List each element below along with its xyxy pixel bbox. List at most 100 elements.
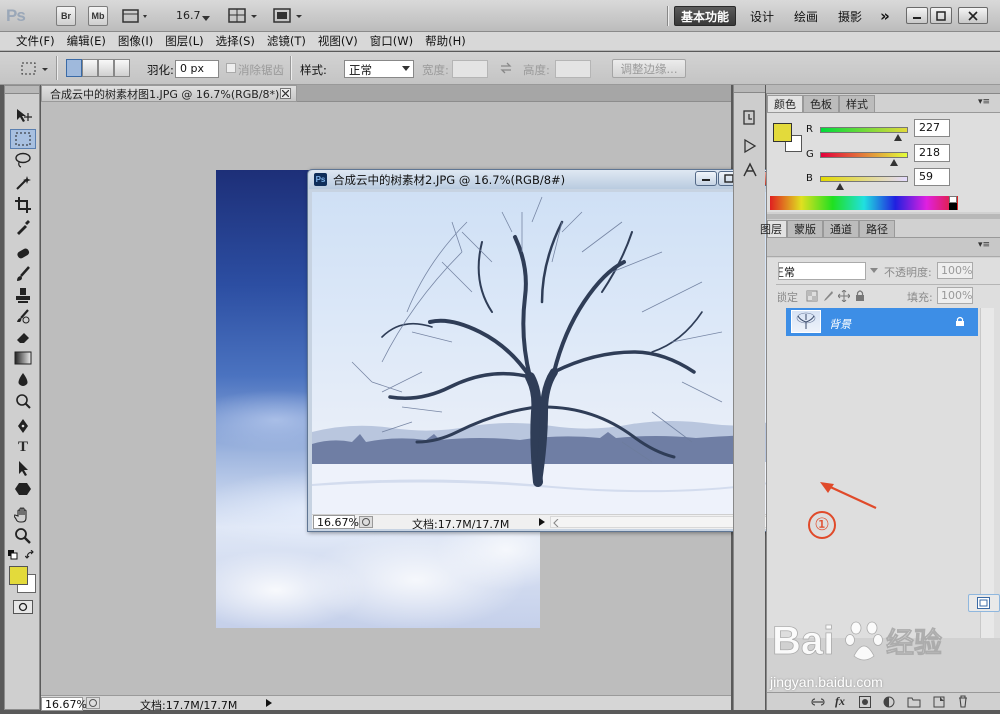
blend-mode-select[interactable]: 正常 <box>778 262 866 280</box>
marquee-tool[interactable] <box>10 129 36 149</box>
gradient-tool[interactable] <box>10 348 36 368</box>
menu-view[interactable]: 视图(V) <box>312 33 364 49</box>
layer-name[interactable]: 背景 <box>829 316 851 332</box>
feather-input[interactable]: 0 px <box>175 60 219 78</box>
path-selection-tool[interactable] <box>10 458 36 478</box>
red-slider-thumb[interactable] <box>894 134 902 141</box>
layer-thumbnail[interactable] <box>791 310 821 333</box>
layers-menu-icon[interactable]: ▾≡ <box>978 240 990 250</box>
panel-menu-icon[interactable]: ▾≡ <box>978 97 990 107</box>
tab-layers[interactable]: 图层 <box>760 220 787 237</box>
scroll-left-icon[interactable] <box>553 519 559 527</box>
lock-pixels-icon[interactable] <box>822 290 834 305</box>
status-menu-arrow[interactable] <box>536 516 548 528</box>
clone-stamp-tool[interactable] <box>10 285 36 305</box>
zoom-tool[interactable] <box>10 526 36 546</box>
swap-colors-icon[interactable] <box>24 549 35 563</box>
antialias-checkbox[interactable] <box>226 63 236 73</box>
tab-channels[interactable]: 通道 <box>823 220 859 237</box>
hand-tool[interactable] <box>10 505 36 525</box>
width-input[interactable] <box>452 60 488 78</box>
type-tool[interactable]: T <box>10 437 36 457</box>
lasso-tool[interactable] <box>10 150 36 170</box>
lock-all-icon[interactable] <box>854 289 866 305</box>
chevron-down-icon[interactable] <box>870 268 878 274</box>
mini-bridge-button[interactable]: Mb <box>88 6 108 26</box>
green-value[interactable]: 218 <box>914 144 950 162</box>
opacity-input[interactable]: 100% <box>937 262 973 279</box>
green-slider[interactable] <box>820 152 908 158</box>
tab-masks[interactable]: 蒙版 <box>787 220 823 237</box>
intersect-selection-button[interactable] <box>114 59 130 77</box>
menu-help[interactable]: 帮助(H) <box>419 33 472 49</box>
history-brush-tool[interactable] <box>10 306 36 326</box>
eyedropper-tool[interactable] <box>10 217 36 237</box>
brush-tool[interactable] <box>10 264 36 284</box>
fill-input[interactable]: 100% <box>937 287 973 304</box>
document-tab[interactable]: 合成云中的树素材图1.JPG @ 16.7%(RGB/8*) <box>41 85 297 102</box>
menu-file[interactable]: 文件(F) <box>10 33 61 49</box>
spectrum-white[interactable] <box>949 196 957 203</box>
swap-dimensions-icon[interactable] <box>499 61 513 78</box>
move-tool[interactable] <box>10 106 36 126</box>
menu-image[interactable]: 图像(I) <box>112 33 159 49</box>
history-panel-button[interactable] <box>738 107 762 129</box>
lock-transparent-icon[interactable] <box>806 290 818 305</box>
dodge-tool[interactable] <box>10 391 36 411</box>
menu-edit[interactable]: 编辑(E) <box>61 33 112 49</box>
spectrum-black[interactable] <box>949 203 957 210</box>
blue-slider[interactable] <box>820 176 908 182</box>
panel-splitter[interactable] <box>767 214 1000 219</box>
layers-scrollbar[interactable] <box>980 308 994 638</box>
pen-tool[interactable] <box>10 416 36 436</box>
red-slider[interactable] <box>820 127 908 133</box>
lock-position-icon[interactable] <box>837 289 851 305</box>
actions-panel-button[interactable] <box>738 135 762 157</box>
view-extras-button[interactable] <box>122 7 152 25</box>
subtract-selection-button[interactable] <box>98 59 114 77</box>
zoom-level[interactable]: 16.7 <box>176 9 201 22</box>
tool-preset-picker[interactable] <box>20 60 50 78</box>
close-button[interactable] <box>958 7 988 24</box>
default-colors-icon[interactable] <box>8 550 18 563</box>
arrange-documents-button[interactable] <box>228 7 260 25</box>
color-spectrum-bar[interactable] <box>770 196 958 210</box>
new-selection-button[interactable] <box>66 59 82 77</box>
height-input[interactable] <box>555 60 591 78</box>
floating-minimize-button[interactable] <box>695 171 717 186</box>
menu-layer[interactable]: 图层(L) <box>159 33 209 49</box>
bridge-button[interactable]: Br <box>56 6 76 26</box>
foreground-color-swatch[interactable] <box>9 566 28 585</box>
tab-color[interactable]: 颜色 <box>767 95 803 112</box>
quick-mask-button[interactable] <box>13 600 33 614</box>
main-status-menu-arrow[interactable] <box>263 697 275 709</box>
dock-header[interactable] <box>734 85 765 93</box>
red-value[interactable]: 227 <box>914 119 950 137</box>
screen-mode-button[interactable] <box>272 7 304 25</box>
style-select[interactable]: 正常 <box>344 60 414 78</box>
zoom-dropdown-icon[interactable] <box>202 12 210 25</box>
workspace-essentials[interactable]: 基本功能 <box>674 6 736 26</box>
panel-fg-color-swatch[interactable] <box>773 123 792 142</box>
tab-paths[interactable]: 路径 <box>859 220 895 237</box>
document-tab-close-button[interactable] <box>280 88 291 99</box>
minimize-button[interactable] <box>906 7 928 24</box>
main-status-info-button[interactable] <box>86 697 100 709</box>
blur-tool[interactable] <box>10 370 36 390</box>
refine-edge-button[interactable]: 调整边缘... <box>612 59 686 78</box>
tab-styles[interactable]: 样式 <box>839 95 875 112</box>
tools-panel-header[interactable] <box>5 86 39 94</box>
right-panels-header[interactable] <box>766 85 1000 94</box>
status-info-button[interactable] <box>359 516 373 528</box>
tab-swatches[interactable]: 色板 <box>803 95 839 112</box>
shape-tool[interactable] <box>10 479 36 499</box>
healing-brush-tool[interactable] <box>10 243 36 263</box>
eraser-tool[interactable] <box>10 327 36 347</box>
menu-filter[interactable]: 滤镜(T) <box>261 33 312 49</box>
blue-slider-thumb[interactable] <box>836 183 844 190</box>
more-workspaces-button[interactable]: » <box>874 6 896 26</box>
tree-photo-canvas[interactable] <box>312 192 769 514</box>
menu-window[interactable]: 窗口(W) <box>364 33 419 49</box>
workspace-painting[interactable]: 绘画 <box>786 6 826 26</box>
workspace-photography[interactable]: 摄影 <box>830 6 870 26</box>
